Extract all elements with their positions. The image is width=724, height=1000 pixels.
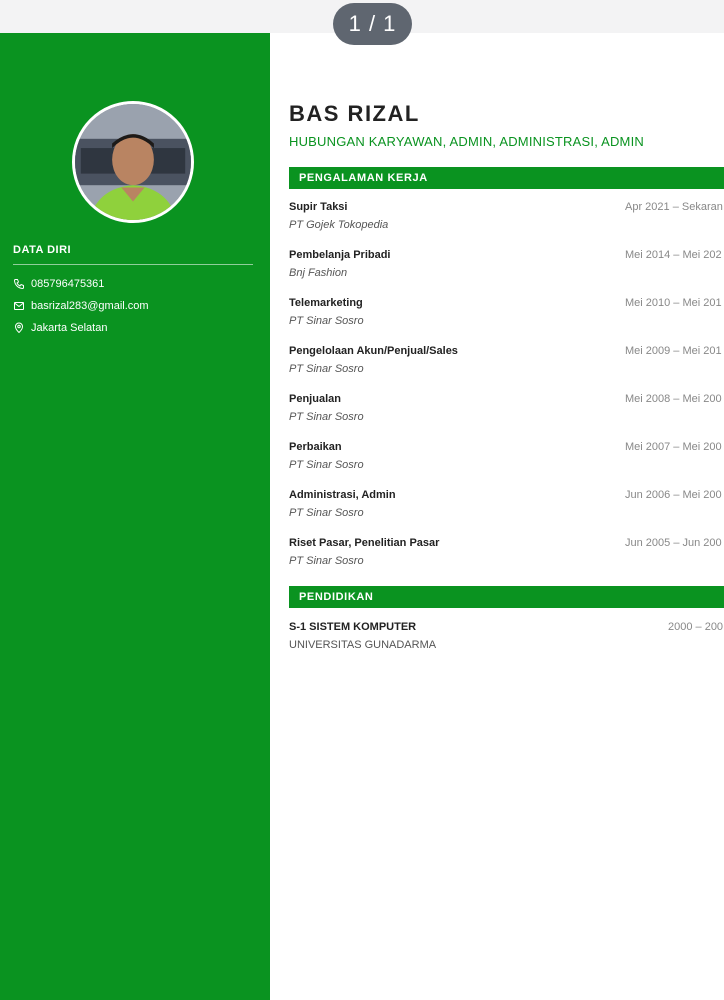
job-company: PT Sinar Sosro (289, 507, 364, 519)
experience-entry: Pembelanja Pribadi Mei 2014 – Mei 202 Bn… (289, 249, 724, 289)
job-role: Administrasi, Admin (289, 489, 396, 501)
job-role: Riset Pasar, Penelitian Pasar (289, 537, 440, 549)
job-role: Perbaikan (289, 441, 342, 453)
job-company: PT Sinar Sosro (289, 459, 364, 471)
education-degree: S-1 SISTEM KOMPUTER (289, 621, 417, 633)
job-period: Mei 2014 – Mei 202 (625, 249, 722, 261)
experience-entry: Pengelolaan Akun/Penjual/Sales Mei 2009 … (289, 345, 724, 385)
job-company: PT Gojek Tokopedia (289, 219, 389, 231)
job-company: PT Sinar Sosro (289, 315, 364, 327)
job-company: PT Sinar Sosro (289, 363, 364, 375)
job-company: PT Sinar Sosro (289, 411, 364, 423)
contact-phone[interactable]: 085796475361 (13, 273, 149, 295)
resume-document[interactable]: DATA DIRI 085796475361 basrizal283@gmail… (0, 33, 724, 1000)
job-role: Telemarketing (289, 297, 363, 309)
candidate-name: BAS RIZAL (289, 101, 420, 126)
location-icon (13, 322, 25, 334)
mail-icon (13, 300, 25, 312)
job-period: Mei 2009 – Mei 201 (625, 345, 722, 357)
avatar (72, 101, 194, 223)
experience-entry: Telemarketing Mei 2010 – Mei 201 PT Sina… (289, 297, 724, 337)
personal-data-heading: DATA DIRI (13, 244, 253, 265)
job-period: Mei 2007 – Mei 200 (625, 441, 722, 453)
contact-location: Jakarta Selatan (13, 317, 149, 339)
resume-sidebar: DATA DIRI 085796475361 basrizal283@gmail… (0, 33, 270, 1000)
education-school: UNIVERSITAS GUNADARMA (289, 639, 437, 651)
job-period: Apr 2021 – Sekaran (625, 201, 723, 213)
job-role: Pengelolaan Akun/Penjual/Sales (289, 345, 458, 357)
candidate-headline: HUBUNGAN KARYAWAN, ADMIN, ADMINISTRASI, … (289, 134, 644, 149)
experience-entry: Riset Pasar, Penelitian Pasar Jun 2005 –… (289, 537, 724, 577)
job-role: Supir Taksi (289, 201, 348, 213)
phone-icon (13, 278, 25, 290)
job-period: Jun 2006 – Mei 200 (625, 489, 722, 501)
job-period: Mei 2010 – Mei 201 (625, 297, 722, 309)
experience-entry: Supir Taksi Apr 2021 – Sekaran PT Gojek … (289, 201, 724, 241)
contact-email[interactable]: basrizal283@gmail.com (13, 295, 149, 317)
contact-list: 085796475361 basrizal283@gmail.com Jakar… (13, 273, 149, 339)
contact-phone-text: 085796475361 (31, 278, 105, 290)
page-indicator: 1 / 1 (333, 3, 412, 45)
contact-email-text: basrizal283@gmail.com (31, 300, 149, 312)
job-role: Pembelanja Pribadi (289, 249, 391, 261)
education-heading: PENDIDIKAN (289, 586, 724, 608)
experience-entry: Administrasi, Admin Jun 2006 – Mei 200 P… (289, 489, 724, 529)
job-period: Jun 2005 – Jun 200 (625, 537, 722, 549)
job-period: Mei 2008 – Mei 200 (625, 393, 722, 405)
job-company: Bnj Fashion (289, 267, 348, 279)
contact-location-text: Jakarta Selatan (31, 322, 108, 334)
education-period: 2000 – 200 (668, 621, 724, 633)
experience-entry: Perbaikan Mei 2007 – Mei 200 PT Sinar So… (289, 441, 724, 481)
experience-entry: Penjualan Mei 2008 – Mei 200 PT Sinar So… (289, 393, 724, 433)
job-role: Penjualan (289, 393, 341, 405)
job-company: PT Sinar Sosro (289, 555, 364, 567)
experience-heading: PENGALAMAN KERJA (289, 167, 724, 189)
